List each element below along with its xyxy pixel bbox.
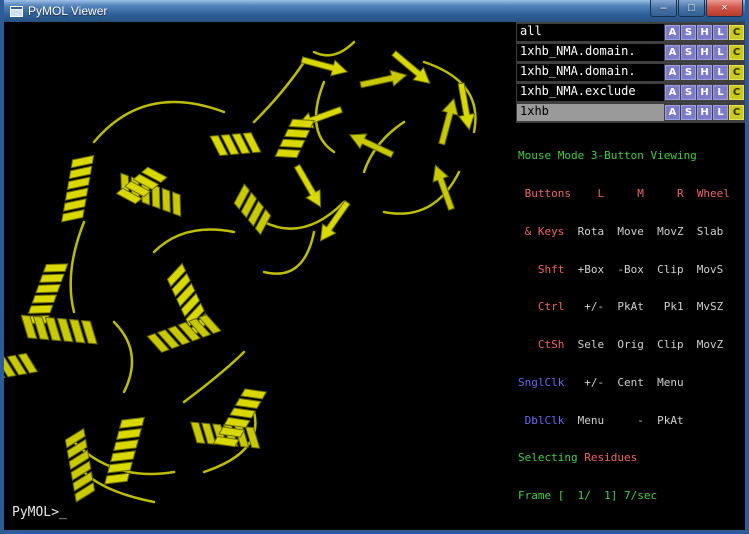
- object-row: all A S H L C: [517, 23, 744, 42]
- label-button[interactable]: L: [713, 105, 728, 120]
- mouse-key-row: Shft +Box -Box Clip MovS: [518, 264, 745, 277]
- close-button[interactable]: ×: [706, 0, 743, 17]
- object-name[interactable]: 1xhb_NMA.exclude: [517, 84, 664, 101]
- minimize-button[interactable]: –: [650, 0, 677, 17]
- object-name[interactable]: 1xhb_NMA.domain.: [517, 44, 664, 61]
- color-button[interactable]: C: [729, 85, 744, 100]
- mouse-key-row: Buttons L M R Wheel: [518, 188, 745, 201]
- object-row: 1xhb_NMA.domain. A S H L C: [517, 63, 744, 82]
- title-bar[interactable]: PyMOL Viewer – □ ×: [4, 0, 745, 22]
- object-name[interactable]: all: [517, 24, 664, 41]
- object-row: 1xhb_NMA.domain. A S H L C: [517, 43, 744, 62]
- object-row: 1xhb_NMA.exclude A S H L C: [517, 83, 744, 102]
- beta-sheet-domain: [275, 47, 477, 246]
- label-button[interactable]: L: [713, 65, 728, 80]
- object-name[interactable]: 1xhb_NMA.domain.: [517, 64, 664, 81]
- command-prompt[interactable]: PyMOL>_: [12, 505, 67, 520]
- selecting-toggle[interactable]: Selecting Residues: [518, 452, 745, 465]
- object-row: 1xhb A S H L C: [517, 103, 744, 122]
- action-button[interactable]: A: [665, 105, 680, 120]
- show-button[interactable]: S: [681, 105, 696, 120]
- action-button[interactable]: A: [665, 25, 680, 40]
- hide-button[interactable]: H: [697, 25, 712, 40]
- action-button[interactable]: A: [665, 45, 680, 60]
- window-title: PyMOL Viewer: [28, 4, 107, 18]
- show-button[interactable]: S: [681, 45, 696, 60]
- label-button[interactable]: L: [713, 25, 728, 40]
- mouse-key-row: DblClk Menu - PkAt: [518, 415, 745, 428]
- window-controls: – □ ×: [649, 0, 743, 17]
- color-button[interactable]: C: [729, 65, 744, 80]
- color-button[interactable]: C: [729, 105, 744, 120]
- action-button[interactable]: A: [665, 65, 680, 80]
- label-button[interactable]: L: [713, 85, 728, 100]
- mouse-key-row: SnglClk +/- Cent Menu: [518, 377, 745, 390]
- show-button[interactable]: S: [681, 25, 696, 40]
- color-button[interactable]: C: [729, 25, 744, 40]
- hide-button[interactable]: H: [697, 105, 712, 120]
- label-button[interactable]: L: [713, 45, 728, 60]
- hide-button[interactable]: H: [697, 65, 712, 80]
- hide-button[interactable]: H: [697, 85, 712, 100]
- maximize-button[interactable]: □: [678, 0, 705, 17]
- mouse-key-row: Ctrl +/- PkAt Pk1 MvSZ: [518, 301, 745, 314]
- mouse-key-row: & Keys Rota Move MovZ Slab: [518, 226, 745, 239]
- object-name-selected[interactable]: 1xhb: [517, 104, 664, 121]
- internal-gui-panel: all A S H L C 1xhb_NMA.domain. A S H L C…: [516, 22, 745, 530]
- show-button[interactable]: S: [681, 85, 696, 100]
- frame-indicator: Frame [ 1/ 1] 7/sec: [518, 490, 745, 503]
- mouse-mode-panel: Mouse Mode 3-Button Viewing Buttons L M …: [516, 123, 745, 530]
- mouse-mode-line[interactable]: Mouse Mode 3-Button Viewing: [518, 150, 745, 163]
- color-button[interactable]: C: [729, 45, 744, 60]
- alpha-helix-domain: [4, 132, 276, 502]
- hide-button[interactable]: H: [697, 45, 712, 60]
- app-icon: [10, 6, 23, 17]
- object-list: all A S H L C 1xhb_NMA.domain. A S H L C…: [516, 22, 745, 123]
- pymol-window: PyMOL Viewer – □ ×: [0, 0, 749, 534]
- mouse-key-row: CtSh Sele Orig Clip MovZ: [518, 339, 745, 352]
- action-button[interactable]: A: [665, 85, 680, 100]
- show-button[interactable]: S: [681, 65, 696, 80]
- viewport-3d[interactable]: PyMOL>_: [4, 22, 516, 530]
- protein-structure: [4, 22, 516, 526]
- movie-controls: |◀ ◀ ■ ▶ ▶| ▶| S ▼: [516, 530, 745, 534]
